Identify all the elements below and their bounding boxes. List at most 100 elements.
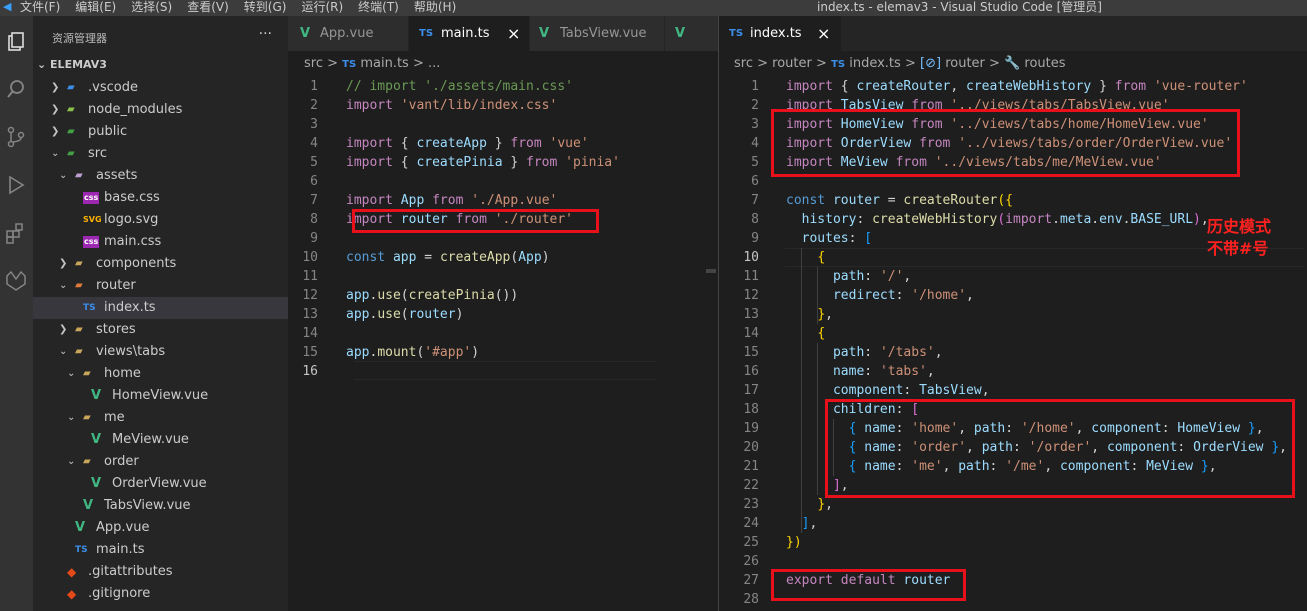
tree-file-app-vue[interactable]: V App.vue <box>33 517 288 539</box>
code-token: // import './assets/main.css' <box>346 79 573 94</box>
tree-label: components <box>96 256 177 271</box>
more-actions-icon[interactable]: ··· <box>259 26 272 42</box>
tree-folder-home[interactable]: ⌄ ▰ home <box>33 363 288 385</box>
breadcrumb-router-folder[interactable]: router <box>772 56 812 71</box>
code-token: createWebHistory <box>872 212 998 227</box>
tree-file-index-ts[interactable]: TS index.ts <box>33 297 288 319</box>
search-icon[interactable] <box>3 78 29 104</box>
breadcrumb-file[interactable]: index.ts <box>849 56 901 71</box>
code-line: }, <box>786 305 833 324</box>
tree-file-gitattributes[interactable]: ◆ .gitattributes <box>33 561 288 583</box>
source-control-icon[interactable] <box>3 126 29 152</box>
explorer-title: 资源管理器 <box>52 32 107 45</box>
tree-folder-router[interactable]: ⌄ ▰ router <box>33 275 288 297</box>
line-number: 6 <box>751 174 759 189</box>
tree-folder-public[interactable]: ❯ ▰ public <box>33 121 288 143</box>
tab-tabsview-vue[interactable]: V TabsView.vue <box>530 16 664 51</box>
chevron-down-icon: ⌄ <box>37 58 51 71</box>
tree-file-main-css[interactable]: css main.css <box>33 231 288 253</box>
code-token: : <box>903 383 920 398</box>
breadcrumb-src[interactable]: src <box>304 56 323 71</box>
tree-folder-stores[interactable]: ❯ ▰ stores <box>33 319 288 341</box>
tree-file-base-css[interactable]: css base.css <box>33 187 288 209</box>
folder-public-icon: ▰ <box>67 126 75 137</box>
tab-index-ts[interactable]: TS index.ts × <box>719 16 841 51</box>
menu-terminal[interactable]: 终端(T) <box>358 0 399 15</box>
tree-folder-node-modules[interactable]: ❯ ▰ node_modules <box>33 99 288 121</box>
code-token: ( <box>400 288 409 303</box>
line-number: 1 <box>310 79 318 94</box>
scroll-thumb[interactable] <box>706 269 716 273</box>
tab-overflow[interactable]: V <box>665 16 718 51</box>
extensions-icon[interactable] <box>3 222 29 248</box>
code-token: } <box>1091 79 1115 94</box>
menu-go[interactable]: 转到(G) <box>244 0 287 15</box>
tree-folder-vscode[interactable]: ❯ ▰ .vscode <box>33 77 288 99</box>
breadcrumb-more[interactable]: ... <box>428 56 440 71</box>
code-token: 'vue' <box>549 136 589 151</box>
menu-run[interactable]: 运行(R) <box>301 0 343 15</box>
line-number: 12 <box>743 288 759 303</box>
code-token: env <box>1099 212 1123 227</box>
run-debug-icon[interactable] <box>3 174 29 200</box>
tab-main-ts[interactable]: TS main.ts × <box>409 16 529 51</box>
breadcrumb-file[interactable]: main.ts <box>360 56 408 71</box>
code-token: import <box>346 98 401 113</box>
breadcrumb-symbol-router[interactable]: router <box>945 56 985 71</box>
menu-help[interactable]: 帮助(H) <box>414 0 456 15</box>
tree-folder-src[interactable]: ⌄ ▰ src <box>33 143 288 165</box>
ts-file-icon: TS <box>75 545 88 555</box>
line-number: 18 <box>743 402 759 417</box>
menu-view[interactable]: 查看(V) <box>187 0 229 15</box>
code-line: import { createPinia } from 'pinia' <box>346 153 620 172</box>
tree-file-main-ts[interactable]: TS main.ts <box>33 539 288 561</box>
folder-icon: ▰ <box>83 368 91 379</box>
annotation-line-1: 历史模式 <box>1207 217 1272 236</box>
tree-file-meview[interactable]: V MeView.vue <box>33 429 288 451</box>
code-token: . <box>1091 212 1100 227</box>
line-number: 9 <box>751 231 759 246</box>
code-token: , <box>926 364 935 379</box>
workspace-root[interactable]: ⌄ ELEMAV3 <box>37 58 107 71</box>
close-icon[interactable]: × <box>507 16 520 51</box>
breadcrumb-right: src > router > TS index.ts > [⊘] router … <box>734 56 1066 71</box>
menu-bar: 文件(F) 编辑(E) 选择(S) 查看(V) 转到(G) 运行(R) 终端(T… <box>20 0 471 15</box>
close-icon[interactable]: × <box>817 16 830 51</box>
svg-file-icon: SVG <box>83 215 102 224</box>
code-token: 'tabs' <box>879 364 927 379</box>
tree-file-logo-svg[interactable]: SVG logo.svg <box>33 209 288 231</box>
code-token: const <box>786 193 833 208</box>
tree-file-homeview[interactable]: V HomeView.vue <box>33 385 288 407</box>
tab-app-vue[interactable]: V App.vue <box>288 16 408 51</box>
line-number: 13 <box>743 307 759 322</box>
menu-selection[interactable]: 选择(S) <box>131 0 172 15</box>
code-token: ({ <box>997 193 1013 208</box>
tree-folder-assets[interactable]: ⌄ ▰ assets <box>33 165 288 187</box>
menu-file[interactable]: 文件(F) <box>20 0 60 15</box>
tree-label: stores <box>96 322 136 337</box>
code-line: { <box>786 324 825 343</box>
breadcrumb-src[interactable]: src <box>734 56 753 71</box>
breadcrumb-symbol-routes[interactable]: routes <box>1024 56 1065 71</box>
tree-folder-views-tabs[interactable]: ⌄ ▰ views\tabs <box>33 341 288 363</box>
tree-folder-components[interactable]: ❯ ▰ components <box>33 253 288 275</box>
tree-label: me <box>104 410 125 425</box>
tree-label: HomeView.vue <box>112 388 209 403</box>
tree-file-gitignore[interactable]: ◆ .gitignore <box>33 583 288 605</box>
tree-folder-me[interactable]: ⌄ ▰ me <box>33 407 288 429</box>
files-icon[interactable] <box>3 32 29 58</box>
code-token: { <box>400 155 417 170</box>
gitlens-icon[interactable] <box>3 270 29 296</box>
breadcrumb-separator: > <box>412 56 424 71</box>
tree-folder-order[interactable]: ⌄ ▰ order <box>33 451 288 473</box>
code-line: path: '/tabs', <box>786 343 943 362</box>
tree-file-orderview[interactable]: V OrderView.vue <box>33 473 288 495</box>
code-token: , <box>825 307 833 322</box>
tree-label: index.ts <box>104 300 156 315</box>
menu-edit[interactable]: 编辑(E) <box>75 0 116 15</box>
tree-file-tabsview[interactable]: V TabsView.vue <box>33 495 288 517</box>
scrollbar-left[interactable] <box>704 51 718 611</box>
